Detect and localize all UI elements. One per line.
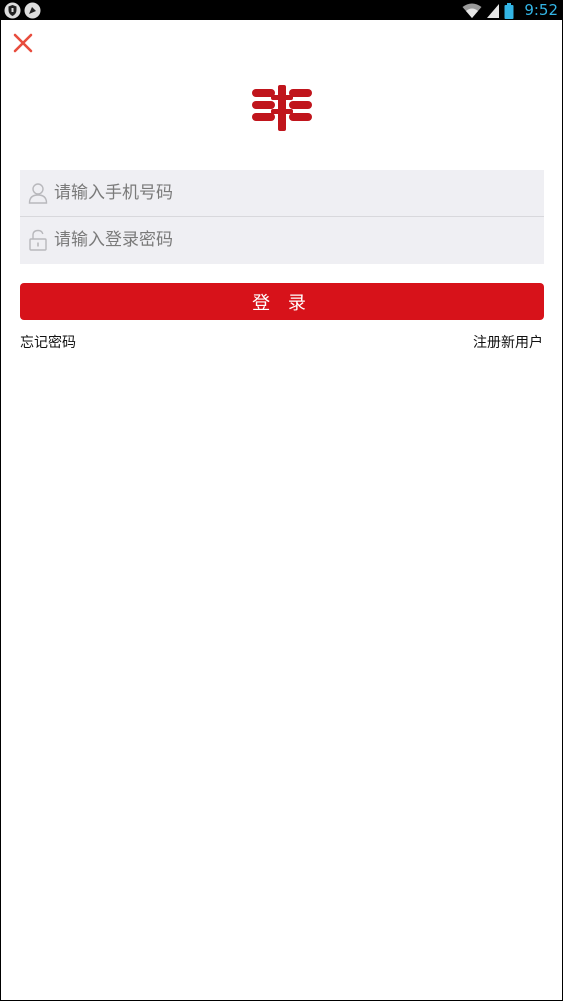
forgot-password-link[interactable]: 忘记密码 — [20, 332, 76, 352]
password-row — [20, 217, 544, 263]
lock-icon — [29, 229, 47, 251]
close-icon — [13, 33, 33, 53]
status-time: 9:52 — [524, 1, 558, 19]
battery-icon — [504, 2, 514, 19]
login-button[interactable]: 登 录 — [20, 283, 544, 320]
user-icon — [28, 183, 48, 204]
phone-input[interactable] — [54, 170, 534, 216]
brand-logo-icon — [252, 85, 312, 131]
close-button[interactable] — [11, 31, 35, 55]
cellular-signal-icon — [487, 3, 500, 18]
phone-row — [20, 170, 544, 216]
status-bar: 9:52 — [1, 1, 562, 20]
signal-app-icon — [24, 2, 41, 19]
password-input[interactable] — [54, 217, 534, 263]
shield-notification-icon — [4, 2, 21, 19]
register-link[interactable]: 注册新用户 — [473, 332, 543, 352]
login-screen: 9:52 请输入手机号码 登 录 忘记密码 注册新用户 — [0, 0, 563, 1001]
login-form — [20, 170, 544, 264]
wifi-icon — [462, 3, 482, 18]
brand-logo — [251, 85, 313, 131]
